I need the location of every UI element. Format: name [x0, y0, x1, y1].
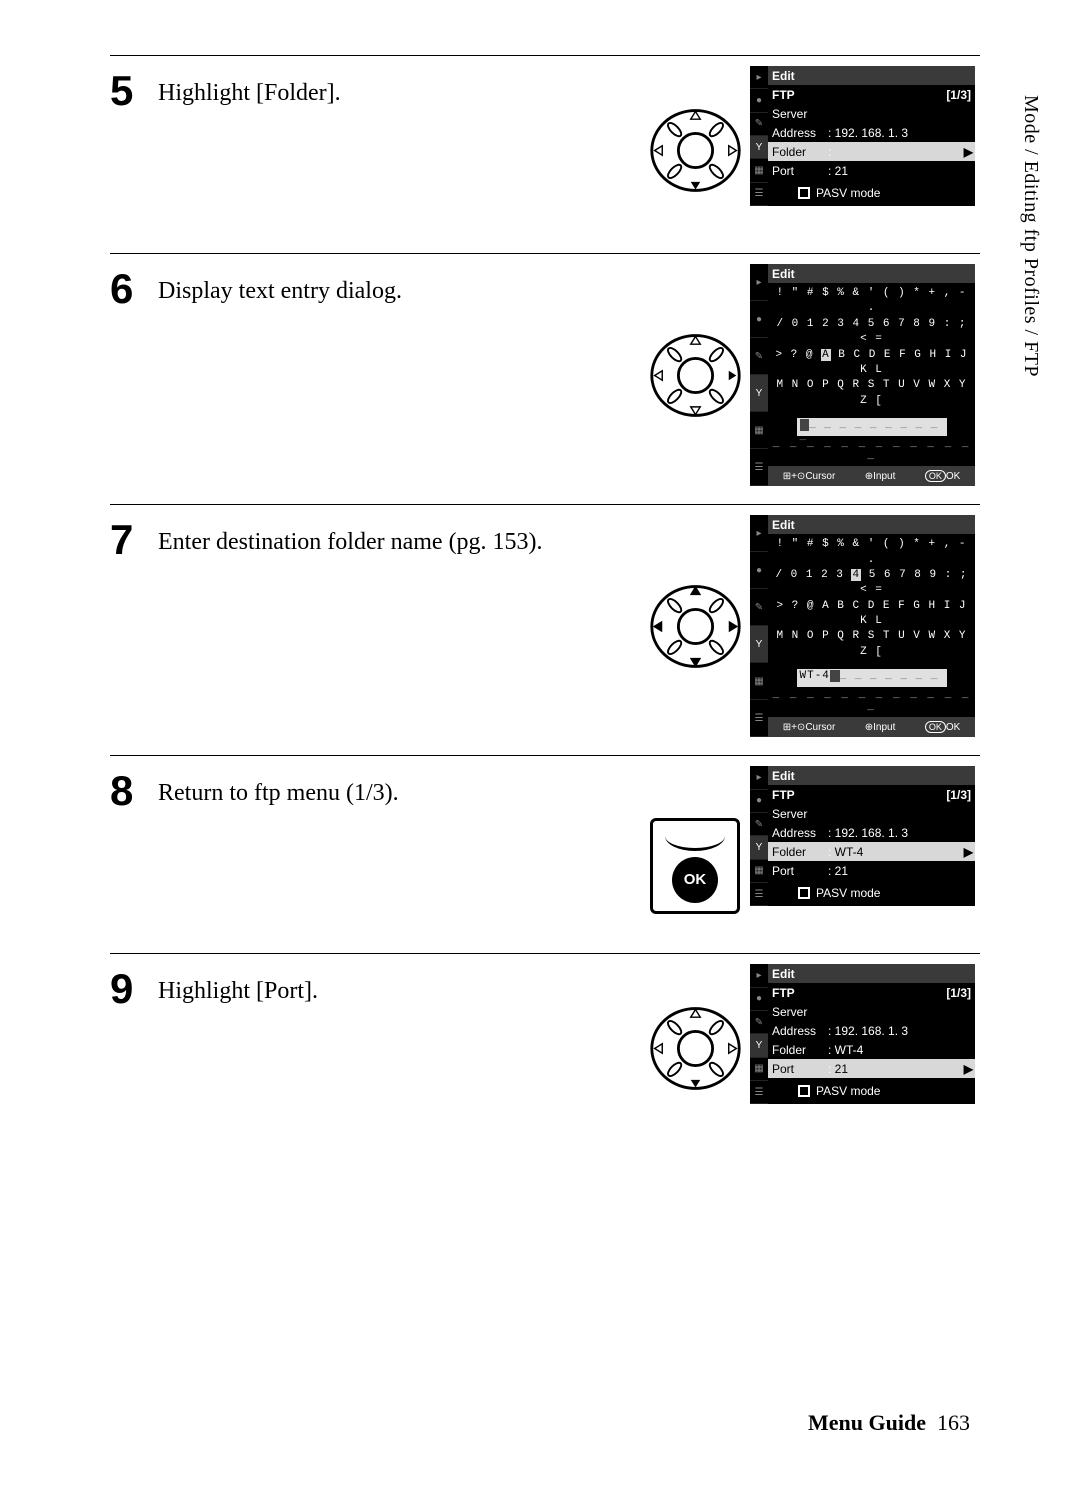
page-content: 5 Highlight [Folder]. ▸●✎ Y▦☰	[110, 55, 980, 1151]
step-number: 6	[110, 264, 158, 486]
dpad-all-icon	[648, 579, 743, 674]
step-5: 5 Highlight [Folder]. ▸●✎ Y▦☰	[110, 55, 980, 253]
lcd-screen-step9: ▸●✎ Y▦☰ Edit FTP[1/3] Server Address192.…	[750, 964, 975, 1104]
lcd-screen-step8: ▸●✎ Y▦☰ Edit FTP[1/3] Server Address192.…	[750, 766, 975, 906]
lcd-screen-step7: ▸●✎ Y▦☰ Edit ! " # $ % & ' ( ) * + , - .…	[750, 515, 975, 737]
lcd-screen-step6: ▸●✎ Y▦☰ Edit ! " # $ % & ' ( ) * + , - .…	[750, 264, 975, 486]
dpad-down-icon	[648, 103, 743, 198]
step-number: 9	[110, 964, 158, 1133]
lcd-row-folder-highlighted: Folder▶	[768, 142, 975, 161]
dpad-right-icon	[648, 328, 743, 423]
step-text: Enter destination folder name (pg. 153).	[158, 515, 640, 737]
ok-button-control: OK	[640, 766, 750, 935]
step-text: Display text entry dialog.	[158, 264, 640, 486]
step-text: Highlight [Folder].	[158, 66, 640, 235]
dpad-down-icon	[648, 1001, 743, 1096]
ok-button-icon: OK	[650, 818, 740, 914]
page-footer: Menu Guide 163	[808, 1410, 970, 1436]
footer-guide-label: Menu Guide	[808, 1410, 926, 1435]
lcd-row-port-highlighted: Port21▶	[768, 1059, 975, 1078]
dpad-control	[640, 964, 750, 1133]
step-6: 6 Display text entry dialog. ▸●✎ Y▦☰	[110, 253, 980, 504]
step-number: 5	[110, 66, 158, 235]
step-text: Return to ftp menu (1/3).	[158, 766, 640, 935]
side-breadcrumb-text: Mode / Editing ftp Profiles / FTP	[1019, 95, 1042, 377]
step-text: Highlight [Port].	[158, 964, 640, 1133]
step-7: 7 Enter destination folder name (pg. 153…	[110, 504, 980, 755]
step-8: 8 Return to ftp menu (1/3). OK ▸●✎ Y▦☰ E…	[110, 755, 980, 953]
page-number: 163	[937, 1410, 970, 1435]
dpad-control	[640, 264, 750, 486]
lcd-row-folder-highlighted: FolderWT-4▶	[768, 842, 975, 861]
dpad-control	[640, 66, 750, 235]
dpad-control	[640, 515, 750, 737]
step-9: 9 Highlight [Port]. ▸●✎ Y▦☰	[110, 953, 980, 1151]
step-number: 7	[110, 515, 158, 737]
step-number: 8	[110, 766, 158, 935]
lcd-screen-step5: ▸●✎ Y▦☰ Edit FTP[1/3] Server Address192.…	[750, 66, 975, 206]
